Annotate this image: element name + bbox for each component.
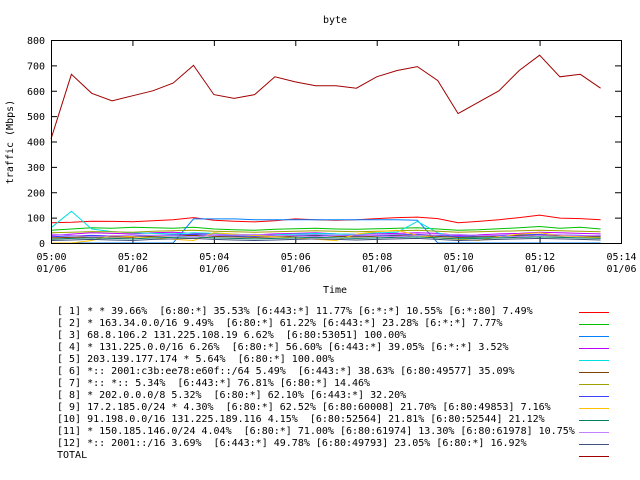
legend-label: [ 9] 17.2.185.0/24 * 4.30% [6:80:*] 62.5… [57, 402, 551, 413]
x-tick-label-date: 01/06 [362, 264, 392, 275]
legend-label: [11] * 150.185.146.0/24 4.04% [6:80:*] 7… [57, 426, 575, 437]
legend-swatch [579, 432, 609, 433]
x-axis-label: Time [323, 285, 347, 296]
legend-swatch [579, 456, 609, 457]
series-line-1 [50, 214, 601, 224]
x-tick-label-date: 01/06 [606, 264, 636, 275]
y-tick-label: 700 [27, 61, 45, 72]
x-tick-label-date: 01/06 [199, 264, 229, 275]
x-tick-label-time: 05:00 [36, 252, 66, 263]
legend-swatch [579, 336, 609, 337]
legend-entry: TOTAL [57, 450, 627, 462]
x-tick-label-time: 05:06 [281, 252, 311, 263]
x-tick-label-date: 01/06 [281, 264, 311, 275]
y-tick-label: 300 [27, 163, 45, 174]
legend-entry: [10] 91.198.0.0/16 131.225.189.116 4.15%… [57, 414, 627, 426]
x-tick-label-time: 05:10 [444, 252, 474, 263]
chart-title: byte [323, 15, 347, 26]
plot-frame [51, 40, 622, 244]
y-axis-label: traffic (Mbps) [5, 100, 16, 184]
legend-label: [ 5] 203.139.177.174 * 5.64% [6:80:*] 10… [57, 354, 334, 365]
y-tick-label: 0 [39, 239, 45, 250]
legend-label: [12] *:: 2001::/16 3.69% [6:443:*] 49.78… [57, 438, 527, 449]
legend-label: [10] 91.198.0.0/16 131.225.189.116 4.15%… [57, 414, 545, 425]
series-lines [50, 54, 601, 244]
y-tick-label: 200 [27, 188, 45, 199]
y-tick-label: 800 [27, 36, 45, 47]
legend-entry: [ 1] * * 39.66% [6:80:*] 35.53% [6:443:*… [57, 306, 627, 318]
legend-entry: [ 8] * 202.0.0.0/8 5.32% [6:80:*] 62.10%… [57, 390, 627, 402]
legend-swatch [579, 312, 609, 313]
series-line-7 [50, 229, 601, 234]
x-tick-label-time: 05:12 [525, 252, 555, 263]
legend-label: [ 1] * * 39.66% [6:80:*] 35.53% [6:443:*… [57, 306, 533, 317]
legend-entry: [ 2] * 163.34.0.0/16 9.49% [6:80:*] 61.2… [57, 318, 627, 330]
series-line-13 [50, 54, 601, 140]
legend-label: [ 8] * 202.0.0.0/8 5.32% [6:80:*] 62.10%… [57, 390, 407, 401]
legend-label: [ 3] 68.8.106.2 131.225.108.19 6.62% [6:… [57, 330, 407, 341]
legend-label: [ 7] *:: *:: 5.34% [6:443:*] 76.81% [6:8… [57, 378, 371, 389]
legend-entry: [ 6] *:: 2001:c3b:ee78:e60f::/64 5.49% [… [57, 366, 627, 378]
y-tick-label: 500 [27, 112, 45, 123]
x-tick-label-time: 05:08 [362, 252, 392, 263]
x-tick-label-date: 01/06 [36, 264, 66, 275]
legend-entry: [12] *:: 2001::/16 3.69% [6:443:*] 49.78… [57, 438, 627, 450]
legend-label: [ 2] * 163.34.0.0/16 9.49% [6:80:*] 61.2… [57, 318, 503, 329]
legend-swatch [579, 420, 609, 421]
legend: [ 1] * * 39.66% [6:80:*] 35.53% [6:443:*… [57, 306, 627, 462]
legend-label: [ 4] * 131.225.0.0/16 6.26% [6:80:*] 56.… [57, 342, 509, 353]
legend-entry: [ 9] 17.2.185.0/24 * 4.30% [6:80:*] 62.5… [57, 402, 627, 414]
legend-swatch [579, 348, 609, 349]
legend-swatch [579, 372, 609, 373]
y-tick-label: 400 [27, 138, 45, 149]
legend-swatch [579, 360, 609, 361]
x-tick-label-date: 01/06 [444, 264, 474, 275]
y-tick-label: 600 [27, 87, 45, 98]
legend-entry: [ 3] 68.8.106.2 131.225.108.19 6.62% [6:… [57, 330, 627, 342]
legend-entry: [ 7] *:: *:: 5.34% [6:443:*] 76.81% [6:8… [57, 378, 627, 390]
legend-entry: [ 5] 203.139.177.174 * 5.64% [6:80:*] 10… [57, 354, 627, 366]
legend-swatch [579, 408, 609, 409]
legend-entry: [ 4] * 131.225.0.0/16 6.26% [6:80:*] 56.… [57, 342, 627, 354]
x-tick-label-time: 05:14 [606, 252, 636, 263]
x-tick-label-date: 01/06 [118, 264, 148, 275]
x-tick-label-date: 01/06 [525, 264, 555, 275]
legend-label: [ 6] *:: 2001:c3b:ee78:e60f::/64 5.49% [… [57, 366, 515, 377]
legend-swatch [579, 384, 609, 385]
x-tick-label-time: 05:04 [199, 252, 229, 263]
y-tick-label: 100 [27, 214, 45, 225]
legend-swatch [579, 324, 609, 325]
legend-entry: [11] * 150.185.146.0/24 4.04% [6:80:*] 7… [57, 426, 627, 438]
legend-swatch [579, 396, 609, 397]
legend-swatch [579, 444, 609, 445]
x-tick-label-time: 05:02 [118, 252, 148, 263]
y-axis-ticks: 0 100 200 300 400 500 600 700 800 [27, 36, 621, 250]
legend-label: TOTAL [57, 450, 88, 461]
series-line-2 [50, 225, 601, 231]
